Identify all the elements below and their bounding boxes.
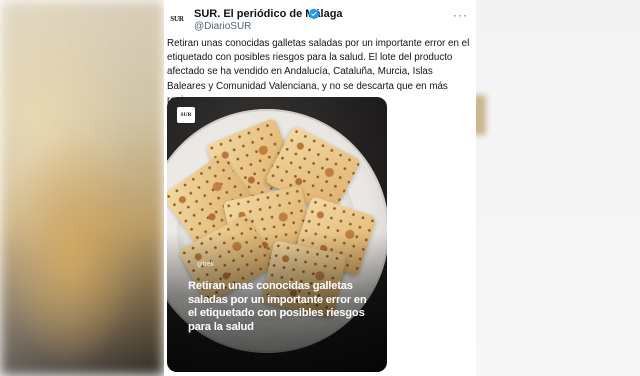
watermark: gitreli [197, 261, 214, 268]
avatar[interactable]: SUR [167, 9, 187, 29]
media-headline: Retiran unas conocidas galletas saladas … [188, 280, 367, 333]
blurred-background-right [472, 0, 640, 376]
tweet-media-card[interactable]: SUR gitreli Retiran unas conocidas galle… [167, 97, 387, 372]
tweet-card[interactable]: SUR SUR. El periódico de Málaga @DiarioS… [164, 0, 476, 376]
tweet-header: SUR SUR. El periódico de Málaga @DiarioS… [167, 6, 472, 34]
more-options-icon[interactable]: ··· [453, 8, 468, 22]
verified-badge-icon [308, 8, 320, 20]
display-name[interactable]: SUR. El periódico de Málaga [194, 8, 343, 20]
handle[interactable]: @DiarioSUR [194, 21, 251, 32]
background-shade [0, 0, 164, 376]
sur-logo-badge: SUR [177, 107, 195, 123]
